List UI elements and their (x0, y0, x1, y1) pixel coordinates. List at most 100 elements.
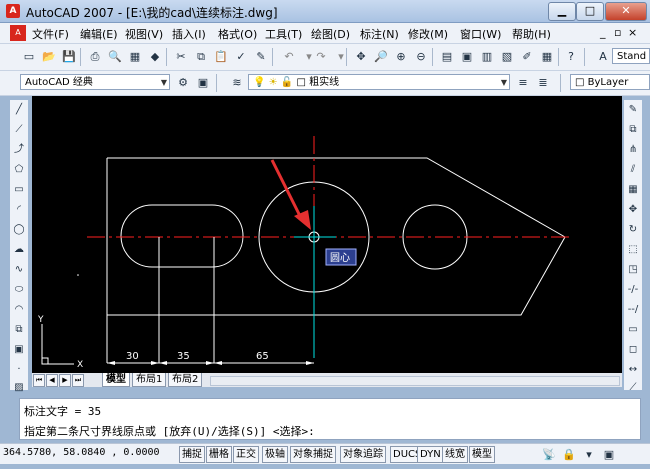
lineweight-toggle[interactable]: 线宽 (442, 446, 468, 463)
prev-tab-icon[interactable]: ◀ (46, 374, 58, 387)
ortho-toggle[interactable]: 正交 (233, 446, 259, 463)
maximize-button[interactable]: □ (576, 2, 604, 21)
layer-select[interactable]: 💡 ☀ 🔓 □ 粗实线 ▼ (248, 74, 510, 90)
tab-layout2[interactable]: 布局2 (168, 373, 203, 387)
circle-icon[interactable]: ◯ (11, 222, 27, 238)
document-menu-icon[interactable]: A (10, 25, 26, 41)
revision-cloud-icon[interactable]: ☁ (11, 242, 27, 258)
make-current-layer-icon[interactable]: ≡ (514, 74, 532, 92)
menu-view[interactable]: 视图(V) (125, 26, 163, 42)
menu-edit[interactable]: 编辑(E) (80, 26, 118, 42)
undo-icon[interactable]: ↶ (280, 48, 298, 66)
move-icon[interactable]: ✥ (625, 202, 641, 218)
autocad-app-icon[interactable]: A (6, 4, 20, 18)
status-menu-icon[interactable]: ▾ (580, 446, 598, 464)
dyn-toggle[interactable]: DYN (417, 446, 444, 463)
fillet-icon[interactable]: ↔ (625, 362, 641, 378)
point-icon[interactable]: · (11, 362, 27, 378)
menu-file[interactable]: 文件(F) (32, 26, 69, 42)
polar-toggle[interactable]: 极轴 (262, 446, 288, 463)
tool-palettes-icon[interactable]: ▥ (478, 48, 496, 66)
clean-screen-icon[interactable]: ▣ (600, 446, 618, 464)
close-button[interactable]: ✕ (605, 2, 647, 21)
doc-restore-icon[interactable]: ▫ (614, 26, 621, 39)
doc-close-icon[interactable]: × (628, 26, 637, 39)
ellipse-arc-icon[interactable]: ◠ (11, 302, 27, 318)
match-properties-icon[interactable]: ✓ (232, 48, 250, 66)
zoom-window-icon[interactable]: ⊕ (392, 48, 410, 66)
drawing-canvas[interactable]: 30 35 65 Y X 圆心 (32, 96, 622, 373)
menu-tools[interactable]: 工具(T) (265, 26, 302, 42)
menu-dimension[interactable]: 标注(N) (360, 26, 399, 42)
save-icon[interactable]: 💾 (60, 48, 78, 66)
color-select[interactable]: □ ByLayer (570, 74, 650, 90)
print-preview-icon[interactable]: 🔍 (106, 48, 124, 66)
horizontal-scrollbar[interactable] (210, 376, 620, 386)
text-style-icon[interactable]: A (594, 48, 612, 66)
communication-center-icon[interactable]: 📡 (540, 446, 558, 464)
command-line[interactable]: 标注文字 = 35 指定第二条尺寸界线原点或 [放弃(U)/选择(S)] <选择… (19, 398, 641, 440)
explode-icon[interactable]: ⟋ (625, 380, 641, 396)
osnap-toggle[interactable]: 对象捕捉 (290, 446, 336, 463)
redo-icon[interactable]: ↷ (312, 48, 330, 66)
print-icon[interactable]: ⎙ (86, 48, 104, 66)
doc-minimize-icon[interactable]: _ (600, 26, 606, 39)
calculator-icon[interactable]: ▦ (538, 48, 556, 66)
first-tab-icon[interactable]: ⏮ (33, 374, 45, 387)
3d-dwf-icon[interactable]: ◆ (146, 48, 164, 66)
zoom-realtime-icon[interactable]: 🔎 (372, 48, 390, 66)
menu-help[interactable]: 帮助(H) (512, 26, 551, 42)
polygon-icon[interactable]: ⬠ (11, 162, 27, 178)
grid-toggle[interactable]: 栅格 (206, 446, 232, 463)
extend-icon[interactable]: --/ (625, 302, 641, 318)
stretch-icon[interactable]: ◳ (625, 262, 641, 278)
insert-block-icon[interactable]: ⧉ (11, 322, 27, 338)
zoom-previous-icon[interactable]: ⊖ (412, 48, 430, 66)
break-icon[interactable]: ▭ (625, 322, 641, 338)
pan-icon[interactable]: ✥ (352, 48, 370, 66)
help-icon[interactable]: ? (562, 48, 580, 66)
model-toggle[interactable]: 模型 (469, 446, 495, 463)
workspace-settings-icon[interactable]: ⚙ (174, 74, 192, 92)
workspace-save-icon[interactable]: ▣ (194, 74, 212, 92)
construction-line-icon[interactable]: ⟋ (11, 122, 27, 138)
spline-icon[interactable]: ∿ (11, 262, 27, 278)
design-center-icon[interactable]: ▣ (458, 48, 476, 66)
cut-icon[interactable]: ✂ (172, 48, 190, 66)
menu-window[interactable]: 窗口(W) (460, 26, 501, 42)
properties-icon[interactable]: ▤ (438, 48, 456, 66)
tab-model[interactable]: 模型 (102, 373, 130, 387)
copy-icon[interactable]: ⧉ (192, 48, 210, 66)
mirror-icon[interactable]: ⋔ (625, 142, 641, 158)
publish-icon[interactable]: ▦ (126, 48, 144, 66)
open-file-icon[interactable]: 📂 (40, 48, 58, 66)
text-style-select[interactable]: Stand (612, 48, 650, 64)
menu-draw[interactable]: 绘图(D) (311, 26, 350, 42)
rectangle-icon[interactable]: ▭ (11, 182, 27, 198)
make-block-icon[interactable]: ▣ (11, 342, 27, 358)
next-tab-icon[interactable]: ▶ (59, 374, 71, 387)
layer-manager-icon[interactable]: ≋ (228, 74, 246, 92)
line-icon[interactable]: ╱ (11, 102, 27, 118)
markup-icon[interactable]: ✐ (518, 48, 536, 66)
snap-toggle[interactable]: 捕捉 (179, 446, 205, 463)
otrack-toggle[interactable]: 对象追踪 (340, 446, 386, 463)
trim-icon[interactable]: -/- (625, 282, 641, 298)
last-tab-icon[interactable]: ⏭ (72, 374, 84, 387)
layer-previous-icon[interactable]: ≣ (534, 74, 552, 92)
workspace-select[interactable]: AutoCAD 经典 ▼ (20, 74, 170, 90)
sheet-set-icon[interactable]: ▧ (498, 48, 516, 66)
menu-insert[interactable]: 插入(I) (172, 26, 206, 42)
hatch-icon[interactable]: ▨ (11, 380, 27, 396)
arc-icon[interactable]: ◜ (11, 202, 27, 218)
menu-modify[interactable]: 修改(M) (408, 26, 448, 42)
coordinate-readout[interactable]: 364.5780, 58.0840 , 0.0000 (3, 447, 160, 458)
block-editor-icon[interactable]: ✎ (252, 48, 270, 66)
lock-toolbar-icon[interactable]: 🔒 (560, 446, 578, 464)
tab-layout1[interactable]: 布局1 (132, 373, 167, 387)
array-icon[interactable]: ▦ (625, 182, 641, 198)
rotate-icon[interactable]: ↻ (625, 222, 641, 238)
redo-dropdown-icon[interactable]: ▾ (332, 48, 350, 66)
scale-icon[interactable]: ⬚ (625, 242, 641, 258)
copy-object-icon[interactable]: ⧉ (625, 122, 641, 138)
